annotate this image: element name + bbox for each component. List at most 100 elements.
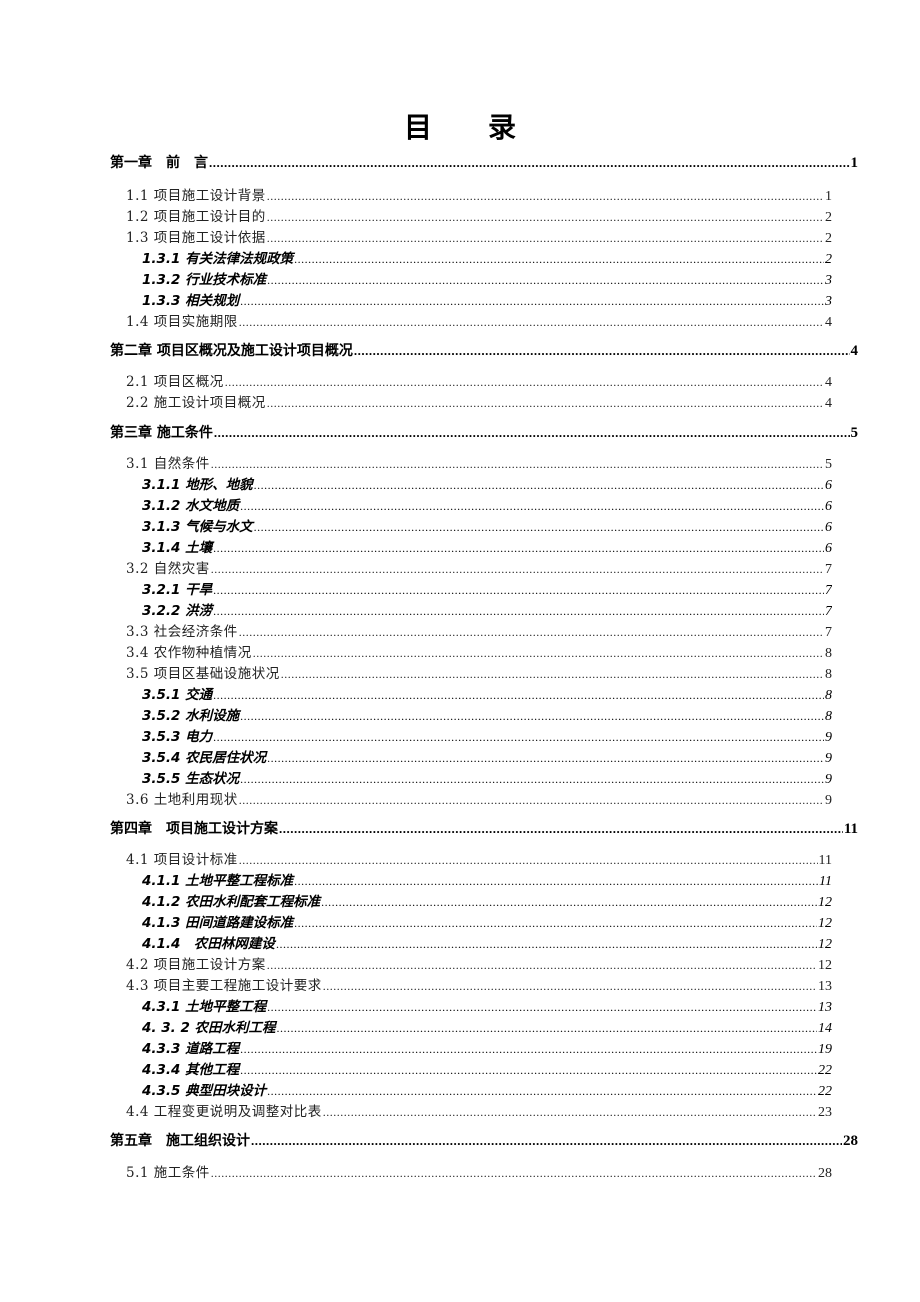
toc-entry-label: 1.3 项目施工设计依据 bbox=[126, 230, 266, 246]
dot-leader bbox=[240, 499, 824, 514]
toc-entry-label: 1.1 项目施工设计背景 bbox=[126, 188, 266, 204]
toc-entry-page-number: 7 bbox=[825, 625, 832, 640]
toc-entry-section[interactable]: 2.2 施工设计项目概况 4 bbox=[126, 391, 832, 412]
dot-leader bbox=[267, 231, 824, 246]
toc-entry-subsection[interactable]: 4.3.5 典型田块设计 22 bbox=[142, 1079, 832, 1100]
toc-entry-chapter[interactable]: 第一章 前 言 1 bbox=[110, 152, 858, 172]
toc-entry-page-number: 28 bbox=[818, 1166, 832, 1181]
toc-entry-page-number: 19 bbox=[818, 1042, 832, 1057]
toc-entry-chapter[interactable]: 第四章 项目施工设计方案 11 bbox=[110, 818, 858, 838]
dot-leader bbox=[213, 583, 824, 598]
toc-entry-page-number: 8 bbox=[825, 646, 832, 661]
toc-entry-label: 第三章 施工条件 bbox=[110, 425, 213, 441]
toc-entry-section[interactable]: 1.3 项目施工设计依据 2 bbox=[126, 226, 832, 247]
toc-entry-page-number: 23 bbox=[818, 1105, 832, 1120]
toc-entry-section[interactable]: 3.5 项目区基础设施状况 8 bbox=[126, 662, 832, 683]
toc-entry-section[interactable]: 1.4 项目实施期限 4 bbox=[126, 310, 832, 331]
toc-entry-subsection[interactable]: 1.3.2 行业技术标准 3 bbox=[142, 268, 832, 289]
toc-entry-subsection[interactable]: 3.5.2 水利设施 8 bbox=[142, 704, 832, 725]
toc-entry-subsection[interactable]: 3.5.3 电力 9 bbox=[142, 725, 832, 746]
toc-entry-subsection[interactable]: 4.1.4 农田林网建设 12 bbox=[142, 932, 832, 953]
toc-entry-chapter[interactable]: 第三章 施工条件 5 bbox=[110, 422, 858, 442]
dot-leader bbox=[281, 667, 824, 682]
toc-entry-page-number: 12 bbox=[818, 895, 832, 910]
toc-entry-page-number: 8 bbox=[825, 709, 832, 724]
toc-title-char-1: 目 bbox=[403, 113, 432, 144]
toc-entry-subsection[interactable]: 4.1.3 田间道路建设标准 12 bbox=[142, 911, 832, 932]
toc-entry-section[interactable]: 3.2 自然灾害 7 bbox=[126, 557, 832, 578]
toc-entry-page-number: 3 bbox=[825, 294, 832, 309]
toc-entry-section[interactable]: 2.1 项目区概况 4 bbox=[126, 370, 832, 391]
toc-entry-subsection[interactable]: 4.3.4 其他工程 22 bbox=[142, 1058, 832, 1079]
toc-entry-page-number: 13 bbox=[818, 979, 832, 994]
toc-entry-label: 3.5.1 交通 bbox=[142, 687, 213, 703]
toc-entry-subsection[interactable]: 3.1.4 土壤 6 bbox=[142, 536, 832, 557]
toc-entry-subsection[interactable]: 3.5.5 生态状况 9 bbox=[142, 767, 832, 788]
toc-entry-page-number: 4 bbox=[825, 315, 832, 330]
toc-entry-subsection[interactable]: 3.2.2 洪涝 7 bbox=[142, 599, 832, 620]
toc-entry-section[interactable]: 3.4 农作物种植情况 8 bbox=[126, 641, 832, 662]
toc-entry-subsection[interactable]: 4.3.3 道路工程 19 bbox=[142, 1037, 832, 1058]
toc-entry-page-number: 12 bbox=[818, 916, 832, 931]
dot-leader bbox=[279, 821, 843, 837]
toc-entry-label: 3.5.3 电力 bbox=[142, 729, 213, 745]
toc-entry-label: 1.3.1 有关法律法规政策 bbox=[142, 251, 294, 267]
toc-entry-section[interactable]: 3.1 自然条件 5 bbox=[126, 452, 832, 473]
toc-entry-section[interactable]: 4.4 工程变更说明及调整对比表 23 bbox=[126, 1100, 832, 1121]
toc-entry-page-number: 11 bbox=[818, 853, 832, 868]
toc-entry-section[interactable]: 3.6 土地利用现状 9 bbox=[126, 788, 832, 809]
toc-entry-label: 3.2.1 干旱 bbox=[142, 582, 213, 598]
toc-entry-label: 3.2 自然灾害 bbox=[126, 561, 210, 577]
toc-entry-page-number: 9 bbox=[825, 730, 832, 745]
dot-leader bbox=[240, 1042, 817, 1057]
toc-entry-page-number: 3 bbox=[825, 273, 832, 288]
toc-entry-label: 1.2 项目施工设计目的 bbox=[126, 209, 266, 225]
toc-entry-section[interactable]: 4.3 项目主要工程施工设计要求 13 bbox=[126, 974, 832, 995]
toc-entry-subsection[interactable]: 3.5.4 农民居住状况 9 bbox=[142, 746, 832, 767]
toc-entry-page-number: 5 bbox=[850, 425, 859, 441]
dot-leader bbox=[321, 895, 817, 910]
toc-entry-page-number: 4 bbox=[825, 375, 832, 390]
toc-entry-label: 4.1.3 田间道路建设标准 bbox=[142, 915, 294, 931]
toc-entry-label: 3.1.4 土壤 bbox=[142, 540, 213, 556]
toc-entry-subsection[interactable]: 3.5.1 交通 8 bbox=[142, 683, 832, 704]
toc-entry-subsection[interactable]: 4.1.2 农田水利配套工程标准 12 bbox=[142, 890, 832, 911]
toc-entry-section[interactable]: 5.1 施工条件 28 bbox=[126, 1161, 832, 1182]
toc-entry-section[interactable]: 3.3 社会经济条件 7 bbox=[126, 620, 832, 641]
toc-entry-page-number: 12 bbox=[818, 937, 832, 952]
toc-entry-subsection[interactable]: 3.1.3 气候与水文 6 bbox=[142, 515, 832, 536]
toc-entry-label: 第一章 前 言 bbox=[110, 155, 208, 171]
dot-leader bbox=[213, 730, 824, 745]
toc-entry-subsection[interactable]: 4.3.1 土地平整工程 13 bbox=[142, 995, 832, 1016]
toc-entry-label: 4. 3. 2 农田水利工程 bbox=[142, 1020, 276, 1036]
dot-leader bbox=[213, 604, 824, 619]
dot-leader bbox=[267, 273, 824, 288]
toc-entry-page-number: 12 bbox=[818, 958, 832, 973]
toc-entry-label: 第五章 施工组织设计 bbox=[110, 1133, 250, 1149]
toc-entry-subsection[interactable]: 4. 3. 2 农田水利工程 14 bbox=[142, 1016, 832, 1037]
dot-leader bbox=[240, 1063, 817, 1078]
toc-entry-label: 4.3.1 土地平整工程 bbox=[142, 999, 267, 1015]
toc-entry-section[interactable]: 4.2 项目施工设计方案 12 bbox=[126, 953, 832, 974]
dot-leader bbox=[294, 874, 818, 889]
dot-leader bbox=[240, 709, 824, 724]
toc-entry-label: 3.1.2 水文地质 bbox=[142, 498, 240, 514]
dot-leader bbox=[294, 916, 817, 931]
toc-entry-subsection[interactable]: 3.2.1 干旱 7 bbox=[142, 578, 832, 599]
toc-entry-page-number: 2 bbox=[825, 231, 832, 246]
toc-entry-chapter[interactable]: 第五章 施工组织设计 28 bbox=[110, 1130, 858, 1150]
toc-entry-subsection[interactable]: 4.1.1 土地平整工程标准 11 bbox=[142, 869, 832, 890]
toc-entry-page-number: 1 bbox=[850, 155, 859, 171]
dot-leader bbox=[251, 1133, 842, 1149]
toc-entry-label: 2.2 施工设计项目概况 bbox=[126, 395, 266, 411]
toc-entry-subsection[interactable]: 3.1.2 水文地质 6 bbox=[142, 494, 832, 515]
toc-entry-label: 3.1.3 气候与水文 bbox=[142, 519, 253, 535]
toc-entry-subsection[interactable]: 1.3.1 有关法律法规政策 2 bbox=[142, 247, 832, 268]
dot-leader bbox=[214, 425, 850, 441]
toc-entry-chapter[interactable]: 第二章 项目区概况及施工设计项目概况 4 bbox=[110, 340, 858, 360]
toc-entry-subsection[interactable]: 1.3.3 相关规划 3 bbox=[142, 289, 832, 310]
toc-entry-section[interactable]: 4.1 项目设计标准 11 bbox=[126, 848, 832, 869]
toc-entry-section[interactable]: 1.1 项目施工设计背景 1 bbox=[126, 184, 832, 205]
toc-entry-subsection[interactable]: 3.1.1 地形、地貌 6 bbox=[142, 473, 832, 494]
toc-entry-section[interactable]: 1.2 项目施工设计目的 2 bbox=[126, 205, 832, 226]
